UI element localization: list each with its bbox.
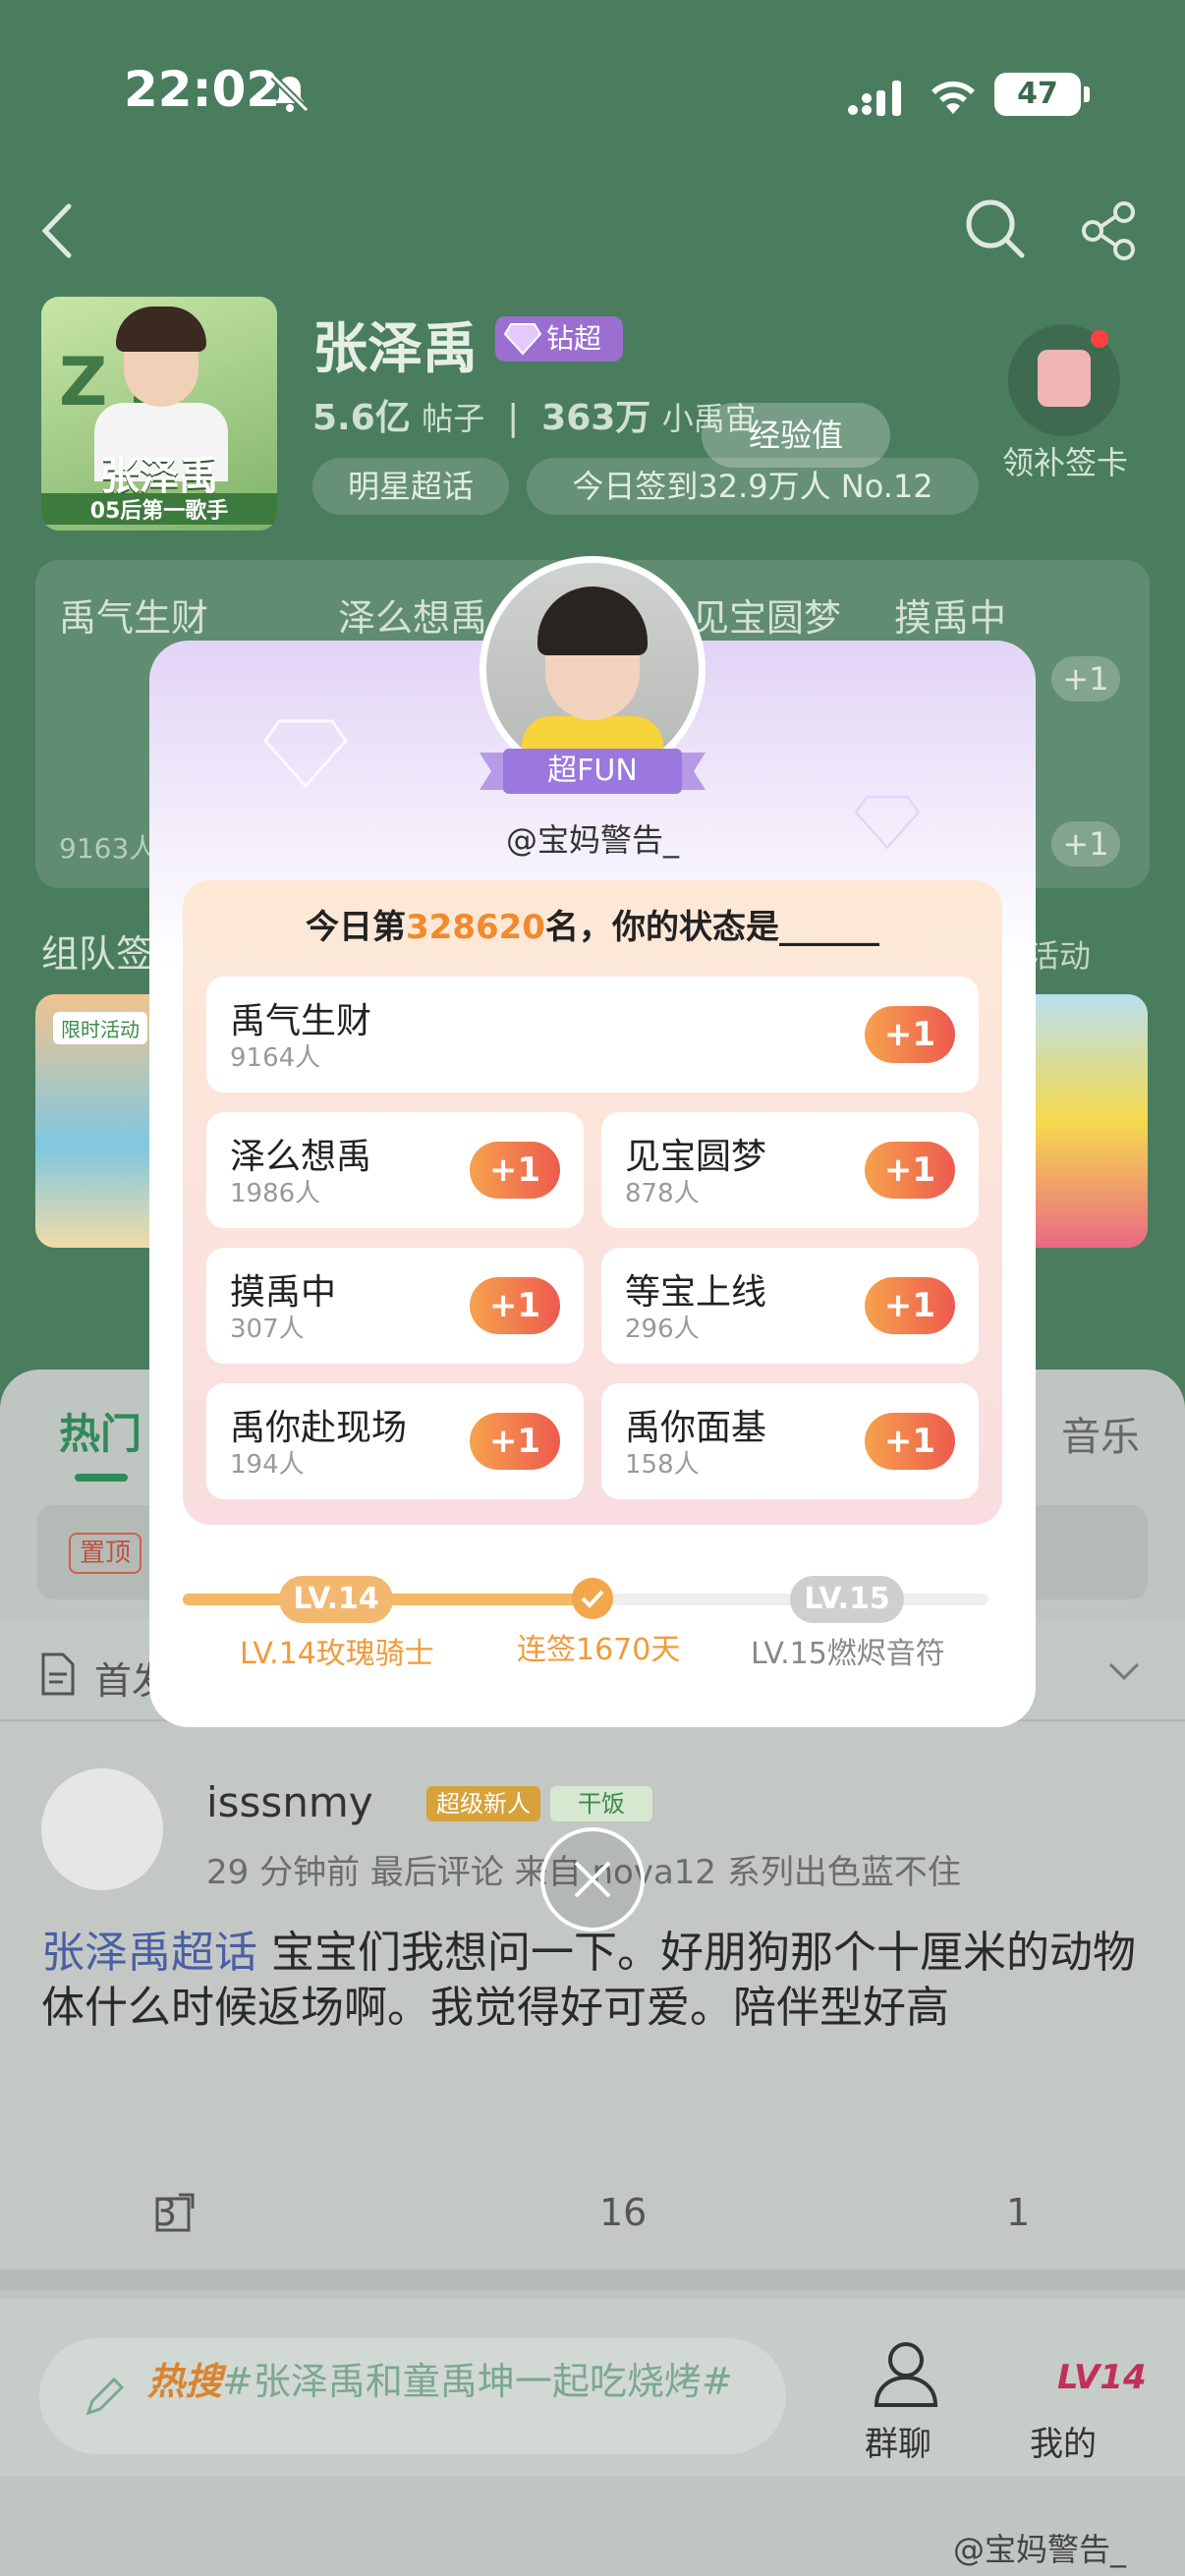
team-checkin-title: 组队签 (41, 932, 154, 976)
plus-one-button[interactable]: +1 (865, 1006, 955, 1063)
comment-count[interactable]: 16 (599, 2191, 647, 2234)
status-option[interactable]: 摸禹中 307人 +1 (206, 1248, 584, 1364)
next-level-pill: LV.15 (790, 1576, 904, 1623)
calendar-icon (1038, 350, 1091, 407)
tab-music[interactable]: 音乐 (1061, 1405, 1140, 1462)
checkin-card-button[interactable] (1008, 324, 1120, 436)
status-option[interactable]: 等宝上线 296人 +1 (601, 1248, 979, 1364)
repost-icon (155, 2193, 195, 2232)
plus-one-button[interactable]: +1 (865, 1277, 955, 1334)
new-user-badge: 超级新人 (426, 1786, 540, 1821)
tab-hot[interactable]: 热门 (59, 1401, 141, 1461)
back-arrow-icon[interactable] (35, 200, 81, 261)
checkin-card-label: 领补签卡 (1001, 444, 1128, 481)
status-option[interactable]: 禹你赴现场 194人 +1 (206, 1383, 584, 1499)
mute-bell-icon (270, 74, 310, 113)
current-level-name: LV.14玫瑰骑士 (240, 1637, 434, 1671)
topic-tag[interactable]: 张泽禹超话 (41, 1928, 257, 1978)
pinned-badge: 置顶 (69, 1533, 141, 1574)
post-body[interactable]: 张泽禹超话 宝宝们我想问一下。好朋狗那个十厘米的动物体什么时候返场啊。我觉得好可… (41, 1926, 1152, 2036)
status-bar: 22:02 47 (0, 0, 1185, 187)
current-level-pill: LV.14 (279, 1576, 393, 1623)
hot-search-input[interactable]: 热搜#张泽禹和童禹坤一起吃烧烤# (39, 2338, 786, 2454)
status-time: 22:02 (124, 61, 281, 118)
checkmark-icon (572, 1578, 613, 1619)
group-chat-label: 群聊 (865, 2425, 931, 2464)
streak-days: 连签1670天 (517, 1633, 681, 1667)
vip-badge[interactable]: 钻超 (495, 316, 623, 362)
group-chat-icon[interactable] (869, 2336, 963, 2411)
plus-one-button[interactable]: +1 (470, 1142, 560, 1199)
plus-one-button[interactable]: +1 (470, 1277, 560, 1334)
bg-status-title: 禹气生财 (59, 596, 209, 640)
diamond-icon (503, 323, 542, 356)
status-option[interactable]: 禹气生财 9164人 +1 (206, 977, 979, 1092)
close-button[interactable] (540, 1827, 645, 1932)
wifi-icon (931, 81, 975, 114)
plus-one-button[interactable]: +1 (470, 1413, 560, 1470)
cover-subtitle: 05后第一歌手 (41, 493, 277, 525)
profile-icon[interactable]: LV14 (1024, 2338, 1147, 2409)
bg-status-count: 9163人 (59, 832, 157, 865)
chevron-down-icon[interactable] (1106, 1660, 1142, 1684)
notification-dot (1091, 330, 1108, 348)
watermark: @宝妈警告_ (953, 2531, 1127, 2568)
eat-badge: 干饭 (550, 1786, 652, 1821)
post-username[interactable]: isssnmy (206, 1778, 373, 1826)
fun-badge-label: 超FUN (547, 754, 638, 788)
bg-plus-button[interactable]: +1 (1051, 656, 1120, 701)
share-icon[interactable] (1079, 200, 1140, 261)
star-community-chip[interactable]: 明星超话 (312, 458, 509, 515)
activity-banner-left[interactable]: 限时活动 (35, 994, 159, 1248)
battery-indicator: 47 (994, 73, 1090, 116)
community-stats: 5.6亿 帖子 | 363万 小禹宙 (312, 398, 757, 438)
status-question: 今日第328620名，你的状态是______ (306, 908, 879, 947)
profile-label: 我的 (1030, 2425, 1097, 2464)
divider (0, 2269, 1185, 2291)
user-handle: @宝妈警告_ (505, 821, 679, 859)
activity-link[interactable]: 活动 (1028, 931, 1091, 977)
exp-points-bubble: 经验值 (702, 403, 890, 468)
document-icon (41, 1652, 75, 1696)
plus-one-button[interactable]: +1 (865, 1413, 955, 1470)
bg-status-title: 摸禹中 (894, 596, 1007, 640)
next-level-name: LV.15燃烬音符 (751, 1637, 945, 1671)
plus-one-button[interactable]: +1 (865, 1142, 955, 1199)
bg-status-title: 见宝圆梦 (692, 596, 842, 640)
close-icon (574, 1861, 611, 1898)
like-count[interactable]: 1 (1006, 2191, 1030, 2234)
bg-status-title: 泽么想禹 (338, 596, 488, 640)
community-title: 张泽禹 (312, 317, 478, 381)
bg-plus-button[interactable]: +1 (1051, 821, 1120, 867)
avatar[interactable] (41, 1768, 163, 1890)
search-icon[interactable] (963, 196, 1026, 259)
status-option[interactable]: 泽么想禹 1986人 +1 (206, 1112, 584, 1228)
community-cover-image: Z Z 张泽禹 05后第一歌手 (41, 297, 277, 531)
pencil-icon (85, 2377, 125, 2416)
activity-banner-right[interactable] (1030, 994, 1148, 1248)
signal-icon (848, 81, 901, 116)
status-option[interactable]: 禹你面基 158人 +1 (601, 1383, 979, 1499)
status-option[interactable]: 见宝圆梦 878人 +1 (601, 1112, 979, 1228)
diamond-decoration-icon (263, 719, 348, 789)
tab-underline (75, 1474, 128, 1482)
